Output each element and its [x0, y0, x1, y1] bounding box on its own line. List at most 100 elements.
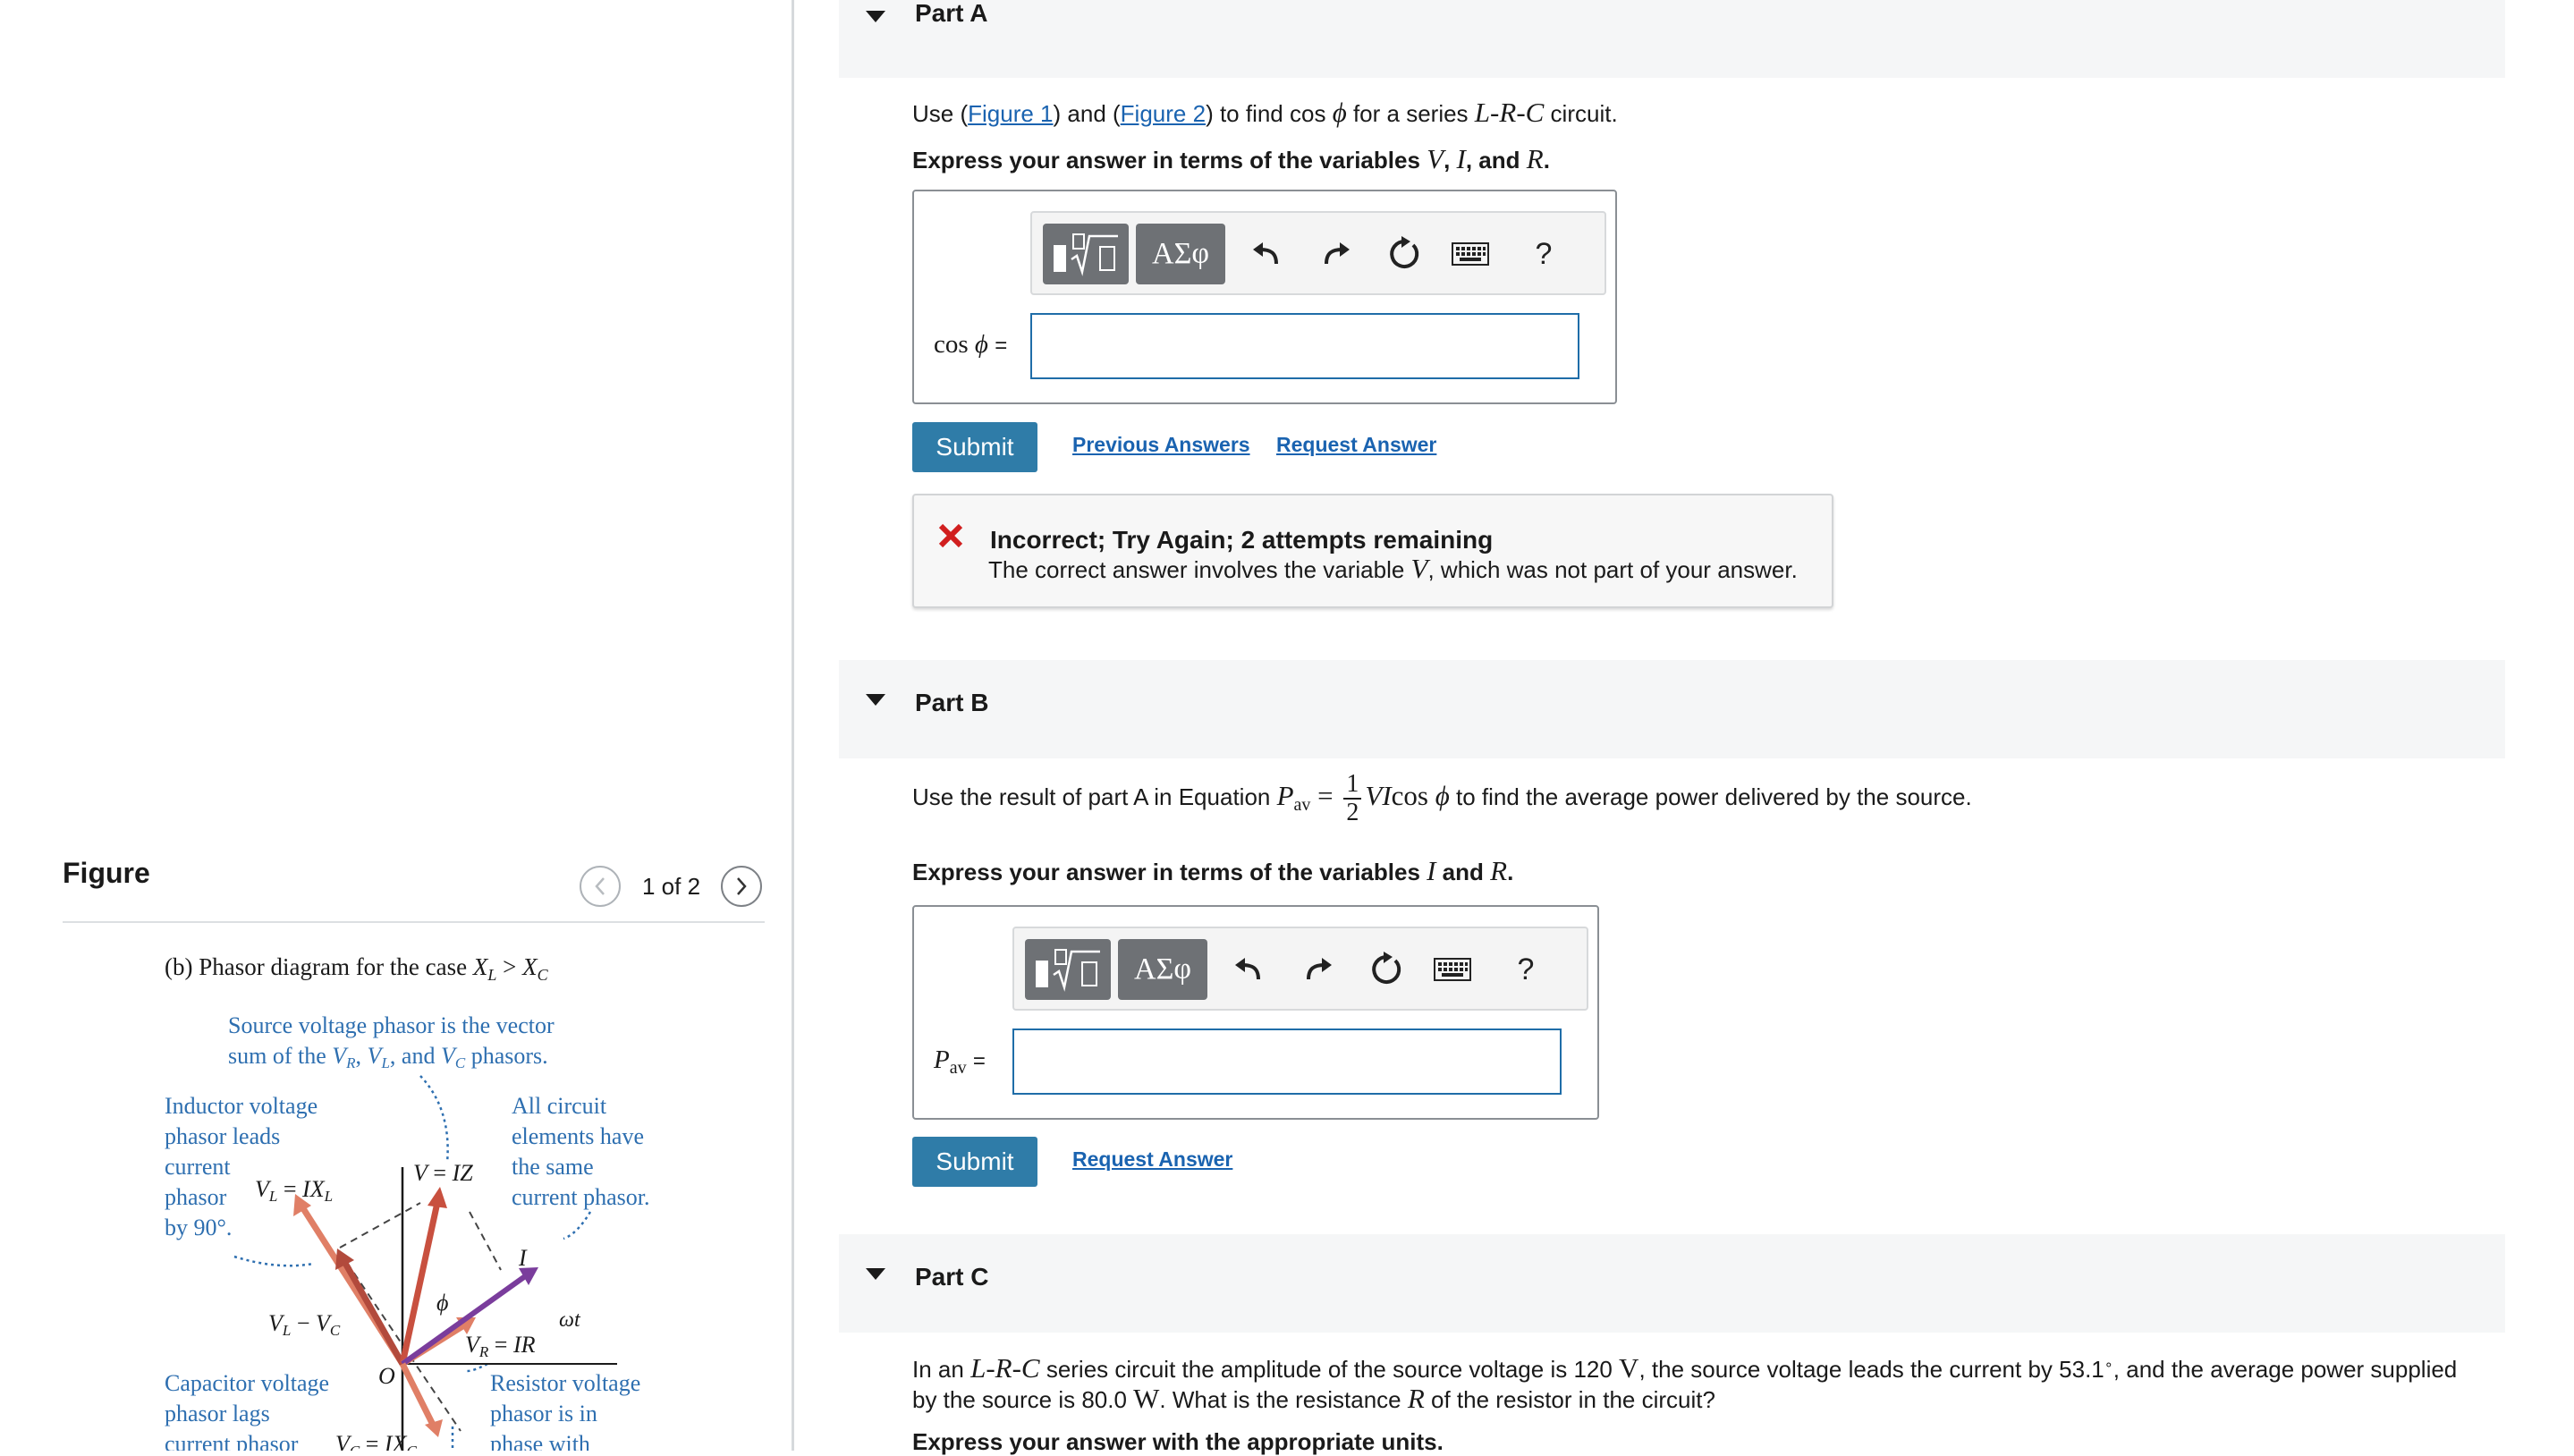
part-a-input-label: cos ϕ =: [934, 330, 1008, 359]
help-button[interactable]: ?: [1504, 948, 1547, 991]
source-note-line2: sum of the VR, VL, and VC phasors.: [228, 1043, 548, 1071]
reset-icon: [1390, 236, 1419, 268]
undo-button[interactable]: [1245, 233, 1288, 275]
part-c-question-line2: by the source is 80.0 W. What is the res…: [912, 1383, 1715, 1414]
resistor-note: Resistor voltage phasor is in phase with: [490, 1370, 640, 1451]
part-b-request-answer-link[interactable]: Request Answer: [1072, 1147, 1232, 1172]
svg-text:phasor: phasor: [165, 1184, 227, 1210]
redo-button[interactable]: [1315, 233, 1358, 275]
reset-button[interactable]: [1365, 948, 1408, 991]
phasor-diagram: (b) Phasor diagram for the case XL > XC …: [165, 953, 650, 1451]
part-a-label: Part A: [915, 0, 988, 27]
label-origin: O: [378, 1363, 395, 1389]
phasor-vc: [399, 1362, 443, 1437]
part-c-question-line1: In an L-R-C series circuit the amplitude…: [912, 1352, 2458, 1384]
all-circuit-note: All circuit elements have the same curre…: [512, 1093, 650, 1210]
collapse-triangle-icon[interactable]: [866, 694, 885, 706]
svg-text:elements have: elements have: [512, 1123, 644, 1149]
redo-button[interactable]: [1297, 948, 1340, 991]
keyboard-icon: [1452, 242, 1489, 266]
template-button[interactable]: [1043, 224, 1129, 284]
svg-text:phase with: phase with: [490, 1431, 590, 1451]
svg-text:phasor leads: phasor leads: [165, 1123, 280, 1149]
part-c-label: Part C: [915, 1263, 989, 1291]
chevron-right-icon: [737, 877, 747, 895]
svg-text:phasor lags: phasor lags: [165, 1401, 270, 1426]
undo-icon: [1253, 242, 1278, 265]
collapse-triangle-icon[interactable]: [866, 1268, 885, 1280]
figure-divider: [63, 921, 765, 923]
figure-prev-button[interactable]: [580, 866, 621, 907]
figure-title: Figure: [63, 857, 150, 889]
source-note-line1: Source voltage phasor is the vector: [228, 1012, 555, 1038]
svg-text:current: current: [165, 1154, 231, 1180]
part-b-label: Part B: [915, 689, 989, 716]
keyboard-icon: [1434, 958, 1471, 981]
label-vr: VR = IR: [465, 1332, 536, 1360]
greek-symbols-button[interactable]: ΑΣφ: [1136, 224, 1225, 284]
part-b-answer-box: ΑΣφ ? Pav =: [912, 905, 1599, 1120]
part-b-input-label: Pav =: [934, 1045, 986, 1078]
part-c-instruction: Express your answer with the appropriate…: [912, 1428, 1444, 1455]
feedback-title: Incorrect; Try Again; 2 attempts remaini…: [990, 526, 1494, 554]
part-b-header[interactable]: Part B: [839, 660, 2505, 758]
incorrect-x-icon: [938, 523, 963, 548]
inductor-note: Inductor voltage phasor leads current ph…: [165, 1093, 318, 1240]
part-b-question: Use the result of part A in Equation Pav…: [912, 770, 1972, 826]
undo-button[interactable]: [1227, 948, 1270, 991]
label-vc: VC = IXC: [335, 1431, 417, 1451]
label-wt: ωt: [559, 1308, 581, 1332]
svg-text:by 90°.: by 90°.: [165, 1215, 232, 1240]
part-a-question: Use (Figure 1) and (Figure 2) to find co…: [912, 97, 1618, 128]
feedback-message: The correct answer involves the variable…: [988, 553, 1798, 584]
figure-caption-prefix: (b) Phasor diagram for the case: [165, 953, 473, 980]
redo-icon: [1325, 242, 1350, 265]
figure-2-link[interactable]: Figure 2: [1121, 100, 1206, 127]
part-a-instruction: Express your answer in terms of the vari…: [912, 143, 1550, 174]
collapse-triangle-icon[interactable]: [866, 11, 885, 22]
help-button[interactable]: ?: [1522, 233, 1565, 275]
svg-text:All circuit: All circuit: [512, 1093, 607, 1119]
label-v: V = IZ: [413, 1160, 473, 1186]
svg-text:Capacitor voltage: Capacitor voltage: [165, 1370, 329, 1396]
fraction-radical-template-icon: [1054, 233, 1118, 276]
previous-answers-link[interactable]: Previous Answers: [1072, 433, 1250, 457]
label-i: I: [518, 1245, 528, 1271]
figure-1-link[interactable]: Figure 1: [968, 100, 1053, 127]
keyboard-button[interactable]: [1449, 233, 1492, 275]
svg-text:Resistor voltage: Resistor voltage: [490, 1370, 640, 1396]
part-b-instruction: Express your answer in terms of the vari…: [912, 855, 1514, 886]
part-a-answer-input[interactable]: [1030, 313, 1579, 379]
keyboard-button[interactable]: [1431, 948, 1474, 991]
svg-text:current phasor.: current phasor.: [512, 1184, 650, 1210]
svg-text:phasor is in: phasor is in: [490, 1401, 597, 1426]
figure-caption: (b) Phasor diagram for the case XL > XC: [165, 953, 549, 984]
part-a-request-answer-link[interactable]: Request Answer: [1276, 433, 1436, 457]
svg-text:Inductor voltage: Inductor voltage: [165, 1093, 318, 1119]
panel-divider: [792, 0, 794, 1451]
part-b-toolbar: ΑΣφ ?: [1012, 927, 1588, 1011]
figure-page-count: 1 of 2: [642, 873, 701, 900]
label-phi: ϕ: [436, 1290, 448, 1316]
part-a-feedback: Incorrect; Try Again; 2 attempts remaini…: [912, 494, 1833, 608]
redo-icon: [1307, 958, 1332, 980]
reset-button[interactable]: [1383, 233, 1426, 275]
part-a-toolbar: ΑΣφ ?: [1030, 211, 1606, 295]
label-vl: VL = IXL: [255, 1176, 333, 1205]
capacitor-note: Capacitor voltage phasor lags current ph…: [165, 1370, 329, 1451]
fraction-radical-template-icon: [1036, 949, 1100, 992]
reset-icon: [1372, 952, 1401, 984]
figure-next-button[interactable]: [721, 866, 762, 907]
undo-icon: [1235, 958, 1260, 980]
part-c-header[interactable]: Part C: [839, 1234, 2505, 1333]
part-a-header[interactable]: Part A: [839, 0, 2505, 78]
part-a-submit-button[interactable]: Submit: [912, 422, 1037, 472]
chevron-left-icon: [595, 877, 605, 895]
part-b-submit-button[interactable]: Submit: [912, 1137, 1037, 1187]
part-a-answer-box: ΑΣφ ? cos ϕ =: [912, 190, 1617, 404]
greek-symbols-button[interactable]: ΑΣφ: [1118, 939, 1207, 1000]
part-b-answer-input[interactable]: [1012, 1029, 1562, 1095]
svg-text:current phasor: current phasor: [165, 1431, 299, 1451]
label-vl-minus-vc: VL − VC: [268, 1310, 341, 1339]
template-button[interactable]: [1025, 939, 1111, 1000]
